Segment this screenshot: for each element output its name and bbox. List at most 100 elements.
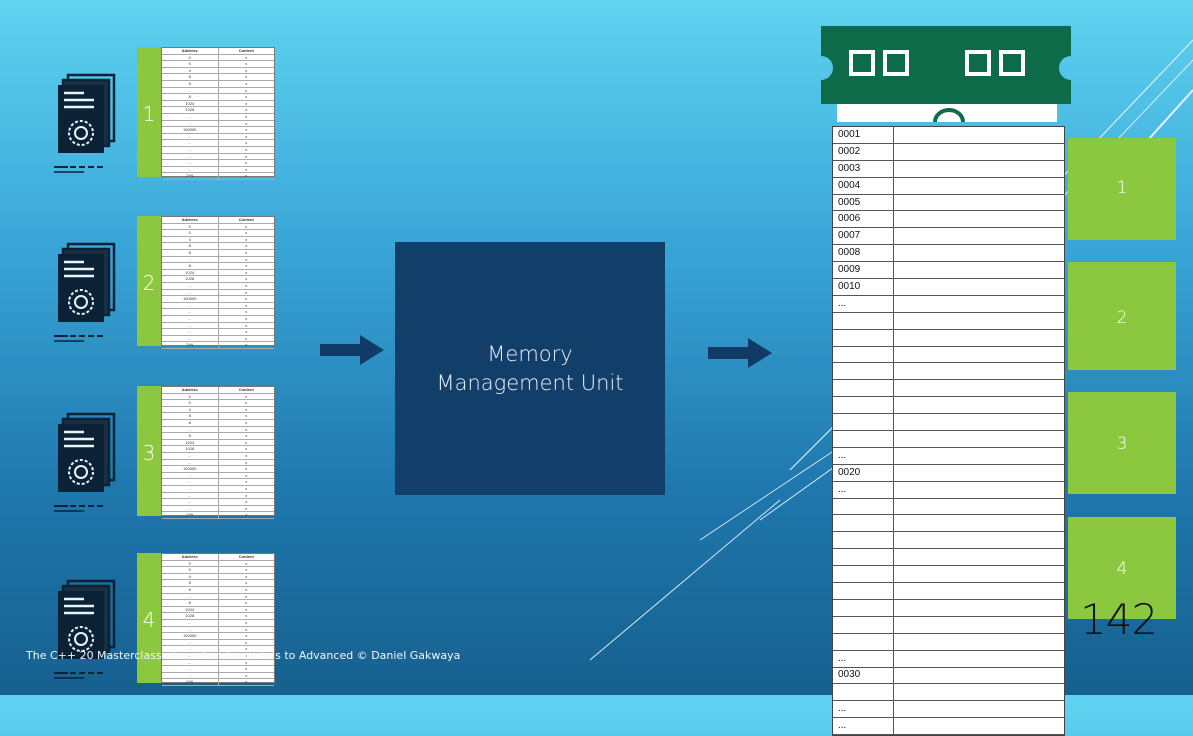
content-cell: x — [218, 452, 274, 460]
document-gear-icon — [46, 410, 138, 525]
address-cell: ... — [162, 626, 219, 634]
memory-address: 0007 — [833, 227, 894, 246]
table-row: ... x — [162, 335, 274, 343]
memory-address: 0005 — [833, 194, 894, 212]
address-cell: ... — [162, 665, 219, 673]
table-row: 2^N x — [162, 511, 274, 519]
table-row: ... x — [162, 322, 274, 330]
table-row: 2^N x — [162, 678, 274, 686]
address-cell: ... — [162, 478, 219, 486]
memory-address: ... — [833, 481, 894, 499]
address-cell: 100000 — [162, 295, 219, 303]
memory-address — [833, 582, 894, 600]
address-cell: 1024 — [162, 606, 219, 614]
memory-row: 0003 — [833, 160, 1064, 178]
address-cell: ... — [162, 472, 219, 480]
memory-content — [893, 127, 1064, 144]
address-cell: 100000 — [162, 465, 219, 473]
content-cell: x — [218, 256, 274, 264]
frame-label: 4 — [1116, 559, 1128, 579]
table-row: 100000 x — [162, 465, 274, 473]
address-cell: ... — [162, 322, 219, 330]
memory-content — [893, 717, 1064, 736]
content-cell: x — [218, 166, 274, 174]
memory-address: 0004 — [833, 177, 894, 195]
address-cell: ... — [162, 153, 219, 161]
table-row: ... x — [162, 302, 274, 310]
address-cell: 8 — [162, 242, 219, 250]
address-cell: 1028 — [162, 612, 219, 620]
address-cell: ... — [162, 120, 219, 128]
memory-content — [893, 413, 1064, 432]
memory-content — [893, 514, 1064, 533]
memory-content — [893, 430, 1064, 448]
content-cell: x — [218, 249, 274, 257]
mmu-label: Memory Management Unit — [395, 340, 665, 398]
content-cell: x — [218, 328, 274, 336]
memory-content — [893, 210, 1064, 229]
address-cell: ... — [162, 308, 219, 316]
content-cell: x — [218, 639, 274, 647]
content-cell: x — [218, 315, 274, 323]
table-row: ... x — [162, 593, 274, 601]
address-cell: 8 — [162, 73, 219, 81]
content-cell: x — [218, 672, 274, 680]
address-cell: 8 — [162, 599, 219, 607]
content-cell: x — [218, 282, 274, 290]
content-cell: x — [218, 593, 274, 601]
memory-row: ... — [833, 481, 1064, 499]
memory-content — [893, 227, 1064, 246]
memory-row — [833, 683, 1064, 702]
address-cell: 0 — [162, 393, 219, 401]
address-cell: 4 — [162, 573, 219, 581]
address-table: Address Content 0 x 0 x 4 x 8 x 8 x... x 8 x 1024 x 1028 x… — [161, 553, 275, 686]
mmu-label-line2: Management Unit — [436, 371, 624, 395]
content-cell: x — [218, 308, 274, 316]
address-cell: 8 — [162, 249, 219, 257]
memory-content — [893, 312, 1064, 330]
memory-row — [833, 531, 1064, 550]
table-row: 4x — [162, 67, 274, 75]
content-cell: x — [218, 80, 274, 88]
memory-address: 0020 — [833, 464, 894, 482]
address-cell: 4 — [162, 406, 219, 414]
address-cell: 8 — [162, 579, 219, 587]
address-cell: 8 — [162, 586, 219, 594]
content-cell: x — [218, 498, 274, 506]
table-row: ... x — [162, 328, 274, 336]
memory-address: ... — [833, 447, 894, 465]
memory-content — [893, 278, 1064, 296]
memory-address — [833, 548, 894, 567]
memory-address — [833, 413, 894, 432]
content-cell: x — [218, 586, 274, 594]
memory-address: 0002 — [833, 143, 894, 161]
document-gear-icon — [46, 577, 138, 692]
content-cell: x — [218, 341, 274, 349]
table-row: 0x — [162, 60, 274, 68]
page-frame-2: 2 — [1068, 262, 1176, 370]
process-number: 1 — [142, 102, 156, 126]
table-row: 8x — [162, 599, 274, 607]
program-4: 4 Address Content 0 x 0 x 4 x 8 x 8 x... x 8 x 1024 x 1028… — [46, 553, 314, 692]
memory-content — [893, 143, 1064, 161]
content-cell: x — [218, 426, 274, 434]
table-row: 4x — [162, 236, 274, 244]
memory-row: ... — [833, 700, 1064, 719]
content-cell: x — [218, 560, 274, 568]
address-cell: ... — [162, 87, 219, 95]
memory-content — [893, 599, 1064, 617]
address-cell: ... — [162, 166, 219, 174]
frame-label: 3 — [1116, 434, 1128, 454]
memory-row — [833, 514, 1064, 533]
process-page-table: 3 Address Content 0 x 0 x 4 x 8 x 8 x... x 8 x 1024 x 1028… — [137, 386, 277, 519]
content-cell: x — [218, 295, 274, 303]
memory-content — [893, 346, 1064, 364]
physical-memory-table: 0001 0002 0003 0004 0005 0006 0007 0008 0009 0010… — [832, 126, 1065, 736]
address-cell: 0 — [162, 229, 219, 237]
memory-address — [833, 616, 894, 634]
memory-row — [833, 565, 1064, 584]
memory-row: 0005 — [833, 194, 1064, 212]
process-bar: 1 — [137, 47, 161, 177]
content-cell: x — [218, 120, 274, 128]
table-row: 0x — [162, 229, 274, 237]
